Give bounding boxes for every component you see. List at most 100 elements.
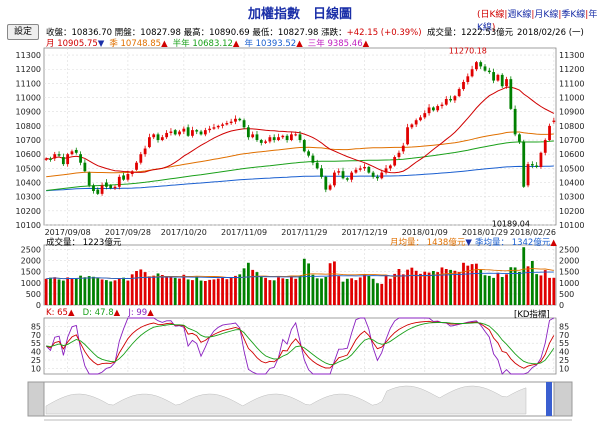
price-y-tick-right: 10700	[559, 136, 584, 145]
volume-bar	[225, 279, 229, 305]
candle-body	[453, 96, 457, 101]
kd-y-tick-right: 85	[559, 322, 569, 331]
volume-y-tick: 1000	[21, 279, 41, 288]
candle-body	[259, 140, 263, 143]
candle-body	[74, 149, 78, 153]
kd-y-tick-right: 25	[559, 356, 569, 365]
candle-body	[457, 89, 461, 97]
candle-body	[320, 168, 323, 177]
candle-body	[113, 186, 117, 189]
volume-bar	[376, 283, 379, 305]
navigator-left-handle[interactable]	[27, 381, 45, 417]
candle-body	[57, 154, 61, 156]
candle-body	[268, 137, 272, 142]
price-x-tick: 2017/12/19	[341, 228, 387, 237]
volume-bar	[83, 277, 87, 305]
j-value: J: 99	[128, 308, 148, 318]
kd-y-tick-right: 10	[559, 364, 569, 373]
volume-bar	[191, 280, 194, 305]
month-avg-volume: 月均量： 1438億元▼	[390, 236, 472, 248]
price-y-tick: 11200	[16, 65, 41, 74]
volume-bar	[302, 258, 306, 305]
candle-body	[225, 123, 229, 125]
volume-bar	[530, 261, 534, 305]
candle-body	[109, 185, 113, 189]
candle-body	[178, 131, 181, 135]
volume-bar	[156, 273, 160, 305]
candle-body	[92, 185, 95, 192]
price-y-tick-right: 11000	[559, 94, 584, 103]
volume-bar	[242, 268, 246, 305]
volume-bar	[487, 275, 491, 305]
volume-bar	[315, 278, 319, 305]
candle-body	[165, 132, 169, 138]
candle-body	[509, 79, 513, 109]
volume-y-tick-right: 2500	[559, 245, 579, 254]
volume-bar	[61, 280, 65, 305]
volume-y-tick: 2000	[21, 257, 41, 266]
candle-body	[156, 134, 160, 141]
price-x-tick: 2017/11/29	[281, 228, 327, 237]
candle-body	[380, 172, 384, 179]
price-y-tick-right: 11200	[559, 65, 584, 74]
volume-bar	[492, 277, 496, 305]
price-annotation: 10189.04	[492, 219, 530, 228]
volume-bar	[259, 276, 263, 305]
candle-body	[496, 74, 500, 81]
volume-bar	[178, 278, 181, 305]
volume-bar	[483, 275, 487, 305]
candle-body	[475, 62, 478, 70]
volume-bar	[216, 278, 220, 305]
price-y-tick: 10100	[16, 221, 41, 230]
volume-header-label: 成交量： 1223億元	[46, 238, 122, 248]
price-y-tick: 10800	[16, 122, 41, 131]
k-value: K: 65	[46, 308, 68, 318]
candle-body	[505, 79, 508, 87]
volume-bar	[444, 269, 448, 305]
candle-body	[126, 174, 130, 180]
j-arrow: ▲	[147, 308, 154, 318]
candle-body	[492, 72, 496, 81]
kd-y-tick: 55	[31, 339, 41, 348]
price-y-tick-right: 10300	[559, 193, 584, 202]
volume-bar	[431, 271, 435, 305]
volume-bar	[380, 283, 384, 305]
volume-bar	[165, 276, 169, 305]
volume-bar	[92, 276, 95, 305]
candle-body	[117, 176, 121, 187]
candle-body	[251, 134, 255, 138]
candle-body	[44, 158, 48, 160]
volume-bar	[320, 278, 323, 305]
candle-body	[518, 134, 521, 142]
kd-indicator-badge[interactable]: [KD指標]	[514, 308, 550, 320]
volume-bar	[410, 267, 414, 305]
price-y-tick-right: 10100	[559, 221, 584, 230]
candle-body	[470, 69, 474, 77]
volume-bar	[453, 270, 457, 305]
navigator-range-thumb[interactable]	[546, 382, 552, 416]
volume-bar	[135, 271, 138, 305]
kd-y-tick-right: 40	[559, 348, 569, 357]
candle-body	[341, 171, 345, 179]
candle-body	[234, 118, 237, 122]
volume-bar	[406, 269, 409, 305]
candle-body	[449, 98, 452, 101]
volume-bar	[436, 272, 440, 305]
volume-y-tick-right: 1000	[559, 279, 579, 288]
candle-body	[431, 107, 435, 111]
price-y-tick-right: 10600	[559, 150, 584, 159]
volume-y-tick-right: 2000	[559, 257, 579, 266]
candle-body	[49, 158, 52, 160]
navigator-right-handle[interactable]	[553, 381, 573, 417]
volume-bar	[384, 275, 388, 305]
volume-bar	[148, 276, 151, 305]
month-avg-label: 月均量： 1438億元	[390, 238, 466, 248]
candle-body	[229, 121, 233, 124]
candle-body	[221, 124, 224, 126]
kd-y-tick: 70	[31, 331, 41, 340]
volume-bar	[208, 279, 212, 305]
candle-body	[79, 154, 82, 163]
candle-body	[272, 137, 276, 141]
volume-bar	[109, 281, 113, 305]
candle-body	[281, 135, 285, 138]
